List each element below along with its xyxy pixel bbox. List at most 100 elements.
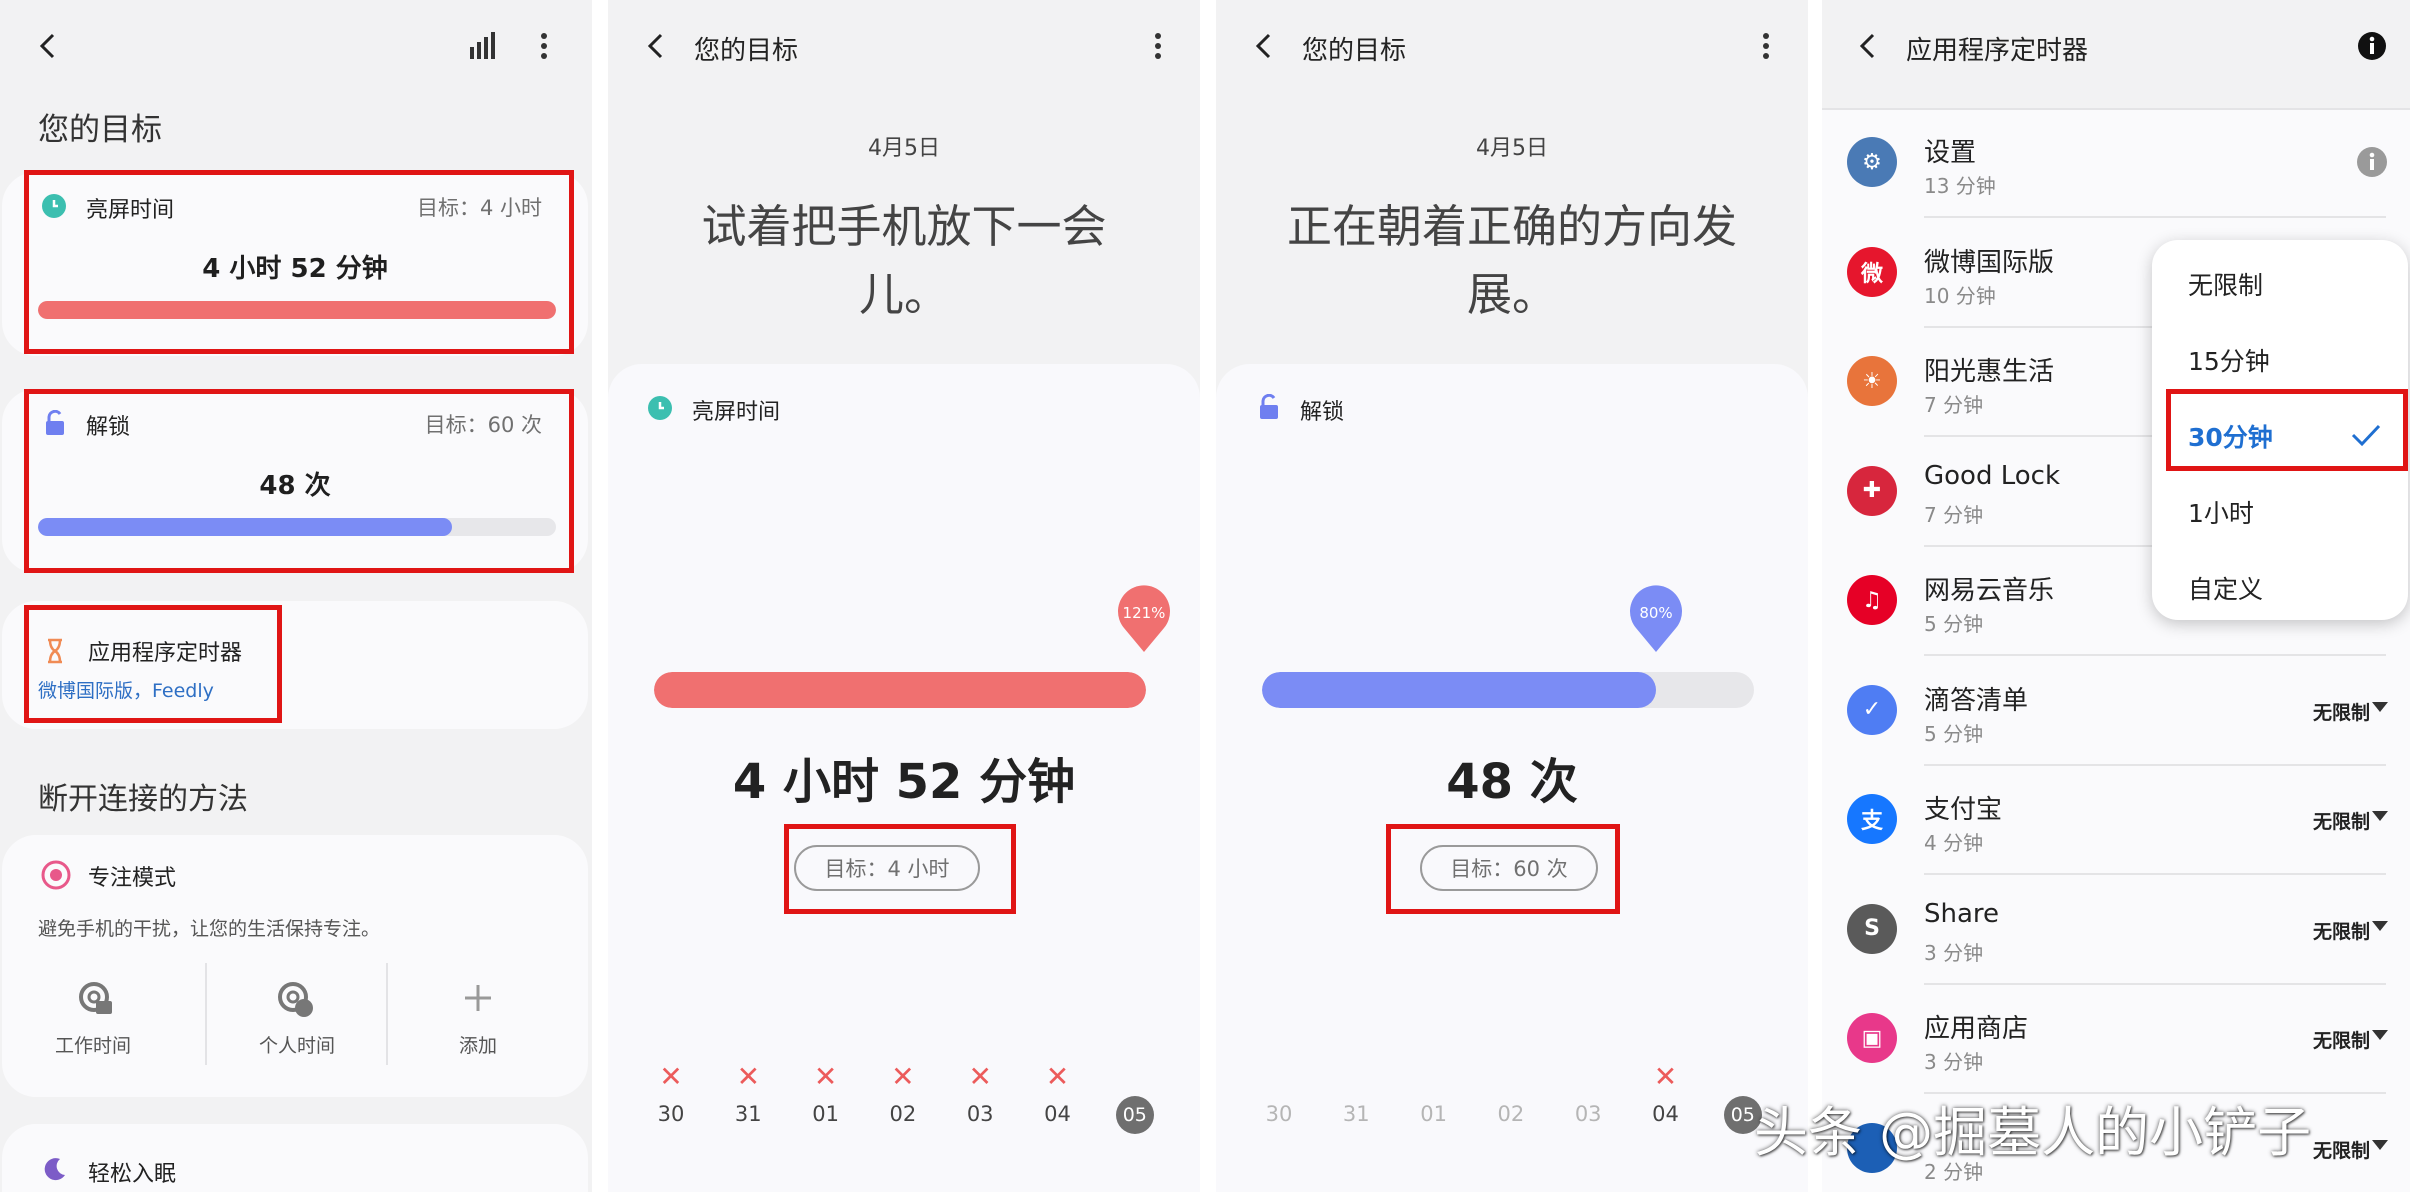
unlocks-card[interactable]: 解锁 目标：60 次 48 次 [2,389,588,573]
headline-line2: 展。 [1466,268,1557,321]
caret-down-icon[interactable] [2372,1139,2388,1150]
app-row[interactable]: S Share 3 分钟 无限制 [1822,875,2410,985]
day-label[interactable]: 31 [1331,1102,1381,1126]
watermark: 头条 @掘墓人的小铲子 [1754,1101,2312,1164]
day-label[interactable]: 03 [1563,1102,1613,1126]
caret-down-icon[interactable] [2372,811,2388,821]
alipay-app-icon: 支 [1847,794,1897,844]
app-usage-time: 10 分钟 [1924,283,1996,308]
day-today[interactable]: 05 [1115,1096,1154,1134]
missed-goal-mark: ✕ [736,1060,761,1093]
chart-icon[interactable] [462,26,502,66]
personal-time-button[interactable]: 个人时间 [207,959,387,1067]
more-options-icon[interactable] [1746,26,1786,66]
timer-limit-dropdown[interactable]: 无限制 [2313,1136,2370,1163]
page-title: 您的目标 [38,112,162,148]
day-label[interactable]: 30 [646,1102,696,1126]
app-name: 阳光惠生活 [1924,357,2055,387]
day-label[interactable]: 01 [801,1102,851,1126]
netease-music-app-icon: ♫ [1847,575,1897,625]
unlocks-goal: 目标：60 次 [424,413,542,437]
unlocks-progress-bar [38,518,556,536]
menu-option[interactable]: 自定义 [2152,550,2408,626]
timer-limit-dropdown[interactable]: 无限制 [2313,807,2370,834]
app-row[interactable]: ⚙ 设置 13 分钟 [1822,108,2410,218]
app-usage-time: 7 分钟 [1924,502,1984,527]
app-name: Good Lock [1924,460,2061,491]
day-label[interactable]: 03 [955,1102,1005,1126]
date-label: 4月5日 [868,136,940,161]
app-timer-apps: 微博国际版，Feedly [38,680,214,702]
back-icon[interactable] [1848,26,1888,66]
app-row[interactable]: ✓ 滴答清单 5 分钟 无限制 [1822,656,2410,766]
day-label[interactable]: 02 [1486,1102,1536,1126]
screen-time-goal: 目标：4 小时 [416,196,542,220]
page-title: 您的目标 [1302,36,1407,66]
day-history: ✕ 30 ✕ 31 ✕ 01 ✕ 02 ✕ 03 ✕ 04 05 [608,364,1200,1192]
work-time-label: 工作时间 [54,1035,131,1057]
day-label[interactable]: 04 [1033,1102,1083,1126]
headline-line2: 儿。 [858,268,949,321]
caret-down-icon[interactable] [2372,1030,2388,1040]
page-title: 应用程序定时器 [1906,36,2089,66]
timer-limit-dropdown[interactable]: 无限制 [2313,1026,2370,1053]
sleep-card[interactable]: 轻松入眠 [2,1124,588,1192]
menu-option[interactable]: 15分钟 [2152,322,2408,398]
settings-app-icon: ⚙ [1847,137,1897,187]
app-row[interactable]: 支支付宝 4 分钟 无限制 [1822,765,2410,875]
app-name: 应用商店 [1924,1014,2029,1044]
app-usage-time: 5 分钟 [1924,721,1984,746]
app-usage-time: 3 分钟 [1924,940,1984,965]
caret-down-icon[interactable] [2372,701,2388,712]
weibo-app-icon: 微 [1847,246,1897,297]
screen-time-card[interactable]: 亮屏时间 目标：4 小时 4 小时 52 分钟 [2,172,588,356]
app-name: Share [1924,898,2000,929]
add-focus-button[interactable]: 添加 [388,959,568,1067]
day-label[interactable]: 01 [1409,1102,1459,1126]
menu-option[interactable]: 无限制 [2152,246,2408,322]
more-options-icon[interactable] [1138,26,1178,66]
screen-time-label: 亮屏时间 [86,198,175,223]
limit-dropdown-menu: 无限制 15分钟 30分钟 1小时 自定义 [2152,240,2408,620]
info-icon[interactable] [2352,26,2392,66]
detail-card: 解锁 80% 48 次 目标：60 次 30 31 01 02 03 ✕ 04 05 [1216,364,1808,1192]
app-timer-card[interactable]: 应用程序定时器 微博国际版，Feedly [2,601,588,729]
more-options-icon[interactable] [524,26,564,66]
app-name: 设置 [1924,138,1977,168]
app-usage-time: 5 分钟 [1924,612,1984,636]
detail-card: 亮屏时间 121% 4 小时 52 分钟 目标：4 小时 ✕ 30 ✕ 31 ✕ 01 ✕ 0… [608,364,1200,1192]
back-icon[interactable] [1244,26,1284,66]
menu-option[interactable]: 1小时 [2152,474,2408,550]
back-icon[interactable] [28,26,68,66]
app-row[interactable]: ▣ 应用商店 3 分钟 无限制 [1822,984,2410,1094]
app-name: 支付宝 [1924,795,2003,825]
clock-icon [42,194,66,218]
unlocks-detail-panel: 您的目标 4月5日 正在朝着正确的方向发 展。 解锁 80% 48 次 目标：6… [1216,0,1808,1192]
timer-limit-dropdown[interactable]: 无限制 [2313,917,2370,944]
goals-overview-panel: 您的目标 亮屏时间 目标：4 小时 4 小时 52 分钟 解锁 目标：60 次 … [0,0,592,1192]
day-label[interactable]: 31 [723,1102,773,1126]
ticktick-app-icon: ✓ [1847,684,1897,735]
unlocks-value: 48 次 [259,471,331,501]
work-time-button[interactable]: 工作时间 [2,959,184,1067]
info-icon[interactable] [2356,146,2388,182]
day-label[interactable]: 04 [1641,1102,1691,1126]
back-icon[interactable] [636,26,676,66]
menu-option[interactable]: 30分钟 [2152,398,2408,474]
screen-time-progress-bar [38,301,556,319]
screen-time-progress-fill [38,301,556,319]
day-label[interactable]: 30 [1254,1102,1304,1126]
checkmark-icon [2350,422,2382,454]
timer-limit-dropdown[interactable]: 无限制 [2313,698,2370,725]
missed-goal-mark: ✕ [1653,1060,1678,1093]
app-usage-time: 7 分钟 [1924,393,1984,417]
hourglass-icon [46,638,64,668]
plus-icon [461,981,495,1019]
focus-mode-card: 专注模式 避免手机的干扰，让您的生活保持专注。 工作时间 个人时间 添加 [2,835,588,1097]
app-usage-time: 3 分钟 [1924,1050,1984,1074]
caret-down-icon[interactable] [2372,920,2388,931]
date-label: 4月5日 [1476,136,1548,161]
day-label[interactable]: 02 [878,1102,928,1126]
app-name: 滴答清单 [1924,685,2029,716]
missed-goal-mark: ✕ [1045,1060,1070,1093]
